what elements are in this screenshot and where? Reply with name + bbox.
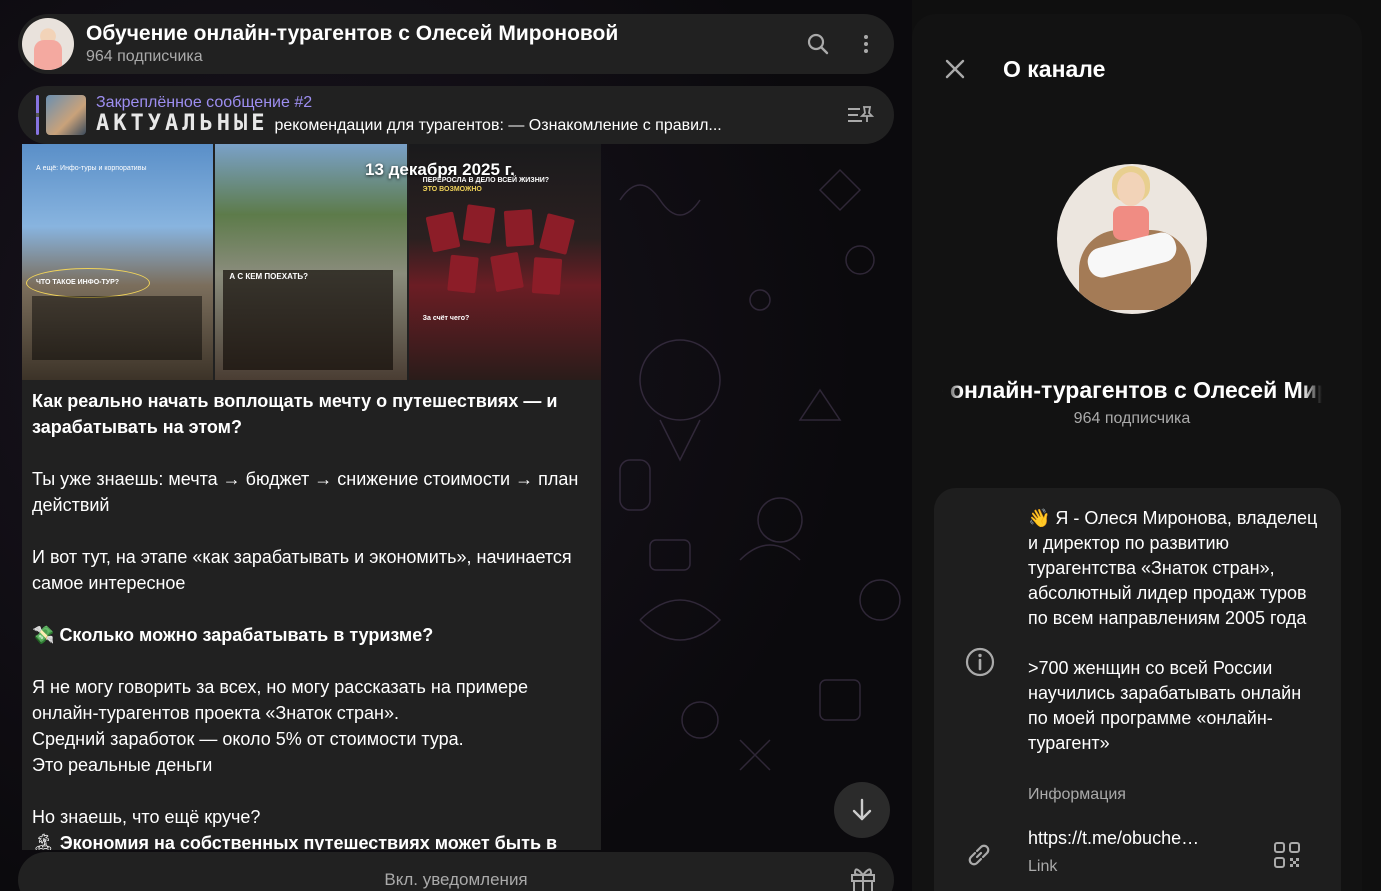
message-paragraph-2: И вот тут, на этапе «как зарабатывать и …	[32, 547, 572, 593]
channel-title: Обучение онлайн-турагентов с Олесей Миро…	[86, 22, 619, 45]
gift-icon[interactable]	[848, 864, 878, 891]
enable-notifications-button[interactable]: Вкл. уведомления	[384, 870, 527, 890]
avatar-top	[1113, 206, 1149, 240]
pin-list-icon[interactable]	[840, 95, 880, 135]
chat-header[interactable]: Обучение онлайн-турагентов с Олесей Миро…	[18, 14, 894, 74]
channel-info-panel: О канале Обучение онлайн-турагентов с Ол…	[912, 0, 1381, 891]
search-icon[interactable]	[798, 24, 838, 64]
message-paragraph-6: Экономия на собственных путешествиях мож…	[59, 833, 558, 850]
photo2-text-block	[223, 270, 394, 370]
photo2-caption: А С КЕМ ПОЕХАТЬ?	[229, 272, 308, 281]
message-heading: Как реально начать воплощать мечту о пут…	[32, 391, 558, 437]
channel-name: Обучение онлайн-турагентов с Олесей Миро…	[942, 377, 1322, 403]
passport-1	[425, 211, 461, 253]
subscriber-count: 964 подписчика	[86, 48, 203, 65]
pinned-thumbnail	[46, 95, 86, 135]
pinned-preview: АКТУАЛЬНЫЕ рекомендации для турагентов: —…	[96, 113, 826, 137]
avatar-face	[1117, 172, 1145, 206]
passport-3	[503, 209, 534, 247]
channel-details: 👋 Я - Олеся Миронова, владелец и директо…	[934, 488, 1341, 891]
notifications-bar[interactable]: Вкл. уведомления	[18, 852, 894, 891]
channel-message[interactable]: А ещё: Инфо-туры и корпоративы ЧТО ТАКОЕ…	[22, 144, 601, 850]
message-paragraph-4: Я не могу говорить за всех, но могу расс…	[32, 677, 529, 775]
panel-subscriber-count: 964 подписчика	[1073, 410, 1191, 427]
pinned-preview-text: рекомендации для турагентов: — Ознакомле…	[274, 117, 722, 134]
channel-link[interactable]: https://t.me/obuchenie_online_turagent	[1028, 828, 1208, 849]
pinned-text: Закреплённое сообщение #2 АКТУАЛЬНЫЕ реко…	[96, 93, 840, 137]
date-badge: 13 декабря 2025 г.	[365, 160, 515, 179]
photo1-oval-label: ЧТО ТАКОЕ ИНФО-ТУР?	[36, 279, 120, 286]
photo3-bottom-caption: За счёт чего?	[422, 315, 470, 322]
link-icon	[964, 840, 994, 875]
message-text: Как реально начать воплощать мечту о пут…	[22, 380, 601, 850]
more-vertical-icon[interactable]	[846, 24, 886, 64]
channel-avatar-large[interactable]	[1057, 164, 1207, 314]
channel-name-marquee: Обучение онлайн-турагентов с Олесей Миро…	[942, 377, 1322, 411]
pinned-message[interactable]: Закреплённое сообщение #2 АКТУАЛЬНЫЕ реко…	[18, 86, 894, 144]
photo3-highlight: ЭТО ВОЗМОЖНО	[422, 186, 482, 193]
channel-info-card: О канале Обучение онлайн-турагентов с Ол…	[912, 14, 1362, 891]
arrow-down-icon	[852, 798, 872, 821]
info-caption: Информация	[1028, 786, 1126, 803]
scroll-down-button[interactable]	[834, 782, 890, 838]
link-caption: Link	[1028, 858, 1058, 875]
photo1-caption: А ещё: Инфо-туры и корпоративы	[36, 165, 147, 172]
photo1-text-block	[32, 296, 202, 360]
money-emoji: 💸	[32, 625, 55, 645]
passport-6	[489, 251, 524, 293]
passport-7	[531, 257, 562, 295]
header-text[interactable]: Обучение онлайн-турагентов с Олесей Миро…	[86, 21, 798, 67]
passport-2	[462, 204, 496, 244]
pin-indicator	[36, 95, 39, 135]
channel-description: 👋 Я - Олеся Миронова, владелец и директо…	[1028, 508, 1318, 753]
photo-album[interactable]: А ещё: Инфо-туры и корпоративы ЧТО ТАКОЕ…	[22, 144, 601, 380]
close-icon[interactable]	[940, 54, 970, 84]
island-emoji: 🏝	[32, 833, 55, 850]
message-paragraph-5: Но знаешь, что ещё круче?	[32, 807, 261, 827]
channel-avatar[interactable]	[22, 18, 74, 70]
panel-title: О канале	[1003, 56, 1106, 82]
passport-5	[446, 254, 479, 294]
message-subheading: Сколько можно зарабатывать в туризме?	[59, 625, 434, 645]
pinned-label: Закреплённое сообщение #2	[96, 94, 313, 111]
album-photo-1[interactable]: А ещё: Инфо-туры и корпоративы ЧТО ТАКОЕ…	[22, 144, 214, 380]
message-paragraph-1: Ты уже знаешь: мечта → бюджет → снижение…	[32, 469, 579, 515]
pinned-highlight-word: АКТУАЛЬНЫЕ	[96, 113, 269, 136]
info-icon	[964, 646, 996, 683]
passport-4	[538, 213, 575, 255]
qr-code-icon[interactable]	[1272, 840, 1302, 875]
